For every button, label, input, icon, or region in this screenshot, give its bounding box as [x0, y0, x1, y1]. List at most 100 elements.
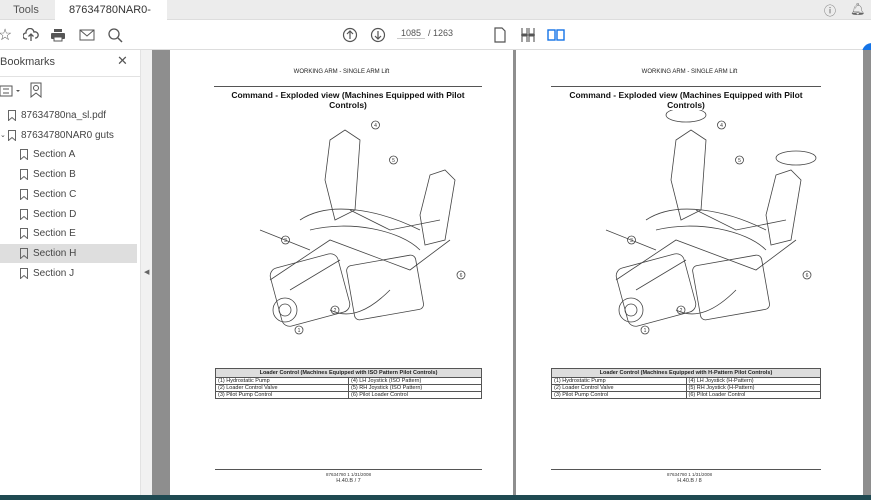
bookmark-icon [20, 247, 28, 259]
svg-text:5: 5 [392, 158, 395, 164]
table-row: (2) Loader Control Valve (5) RH Joystick … [215, 384, 482, 392]
svg-text:6: 6 [806, 273, 809, 279]
print-icon[interactable] [48, 25, 68, 45]
pdf-page-right: WORKING ARM - SINGLE ARM Lift Command - … [516, 50, 863, 495]
total-pages: / 1263 [428, 28, 454, 38]
footer-divider [215, 469, 482, 470]
table-cell: (2) Loader Control Valve [215, 384, 349, 392]
table-cell: (1) Hydrostatic Pump [551, 377, 687, 385]
email-icon[interactable] [77, 25, 97, 45]
bookmark-item[interactable]: ⌄ 87634780NAR0 guts [0, 126, 137, 145]
bookmark-icon [20, 188, 28, 200]
table-cell: (3) Pilot Pump Control [551, 391, 687, 399]
star-icon[interactable]: ☆ [0, 25, 15, 45]
bookmark-icon [20, 149, 28, 161]
bell-icon[interactable]: 🔔︎ [850, 2, 865, 16]
bookmark-icon [20, 208, 28, 220]
footer-code: 87634780 1 1/31/2008 [325, 472, 372, 477]
table-cell: (1) Hydrostatic Pump [215, 377, 349, 385]
table-row: (3) Pilot Pump Control (6) Pilot Loader C… [551, 391, 821, 399]
svg-text:2: 2 [334, 308, 337, 314]
taskbar-strip [0, 495, 871, 500]
table-row: (3) Pilot Pump Control (6) Pilot Loader C… [215, 391, 482, 399]
bookmark-label: 87634780na_sl.pdf [21, 110, 107, 121]
table-cell: (6) Pilot Loader Control [685, 391, 821, 399]
bookmarks-title: Bookmarks [0, 56, 56, 68]
bookmark-label: Section A [33, 149, 76, 161]
scrolling-mode-icon[interactable] [518, 25, 538, 45]
table-row: (1) Hydrostatic Pump (4) LH Joystick (ISO… [215, 377, 482, 385]
table-cell: (4) LH Joystick (H-Pattern) [685, 377, 821, 385]
svg-text:5: 5 [738, 158, 741, 164]
bookmark-label: Section D [33, 208, 77, 220]
footer-divider [551, 469, 821, 470]
panel-splitter[interactable]: ◀ [140, 50, 152, 500]
tab-document[interactable]: 87634780NAR0-Lin...× [55, 0, 167, 36]
bookmark-icon [20, 169, 28, 181]
close-panel-icon[interactable]: ✕ [117, 53, 128, 69]
zoom-search-icon[interactable] [105, 25, 125, 45]
bookmark-item[interactable]: Section B [0, 165, 137, 184]
page-title: Command - Exploded view (Machines Equipp… [551, 86, 821, 110]
page-number-input[interactable]: 1085 [397, 28, 425, 39]
svg-text:1: 1 [644, 328, 647, 334]
table-cell: (3) Pilot Pump Control [215, 391, 349, 399]
table-title: Loader Control (Machines Equipped with H… [551, 368, 821, 378]
page-title: Command - Exploded view (Machines Equipp… [214, 86, 482, 110]
bookmark-search-icon[interactable] [30, 82, 44, 98]
bookmark-item[interactable]: Section A [0, 145, 137, 164]
collapse-panel-icon[interactable]: ◀ [144, 268, 149, 276]
bookmark-icon [20, 228, 28, 240]
tab-tools[interactable]: Tools [0, 0, 52, 20]
bookmark-label: 87634780NAR0 guts [21, 129, 114, 141]
table-cell: (4) LH Joystick (ISO Pattern) [348, 377, 482, 385]
pdf-page-left: WORKING ARM - SINGLE ARM Lift Command - … [170, 50, 513, 495]
table-title: Loader Control (Machines Equipped with I… [215, 368, 482, 378]
bookmark-label: Section C [33, 188, 77, 200]
bookmark-item[interactable]: 87634780na_sl.pdf [0, 106, 137, 125]
svg-text:3: 3 [284, 238, 287, 244]
table-row: (2) Loader Control Valve (5) RH Joystick … [551, 384, 821, 392]
upload-cloud-icon[interactable] [21, 25, 41, 45]
page-header: WORKING ARM - SINGLE ARM Lift [293, 69, 390, 75]
svg-text:4: 4 [374, 123, 377, 129]
next-page-icon[interactable] [368, 25, 388, 45]
table-cell: (2) Loader Control Valve [551, 384, 687, 392]
bookmark-label: Section E [33, 228, 76, 240]
svg-text:1: 1 [298, 328, 301, 334]
bookmark-label: Section H [33, 247, 77, 259]
footer-code: 87634780 1 1/31/2008 [666, 472, 713, 477]
parts-table: Loader Control (Machines Equipped with I… [215, 368, 482, 399]
bookmark-icon [8, 129, 16, 141]
bookmarks-panel: Bookmarks ✕ 87634780na_sl.pdf ⌄ 87634780NA… [0, 50, 140, 500]
single-page-icon[interactable] [490, 25, 510, 45]
bookmark-icon [20, 267, 28, 279]
footer-page-number: H.40.B / 7 [336, 478, 361, 484]
previous-page-icon[interactable] [340, 25, 360, 45]
page-header: WORKING ARM - SINGLE ARM Lift [641, 69, 738, 75]
help-icon[interactable]: ⓘ [824, 2, 836, 19]
bookmark-item[interactable]: Section J [0, 264, 137, 283]
bookmark-label: Section J [33, 267, 75, 279]
bookmark-label: Section B [33, 169, 76, 181]
svg-text:6: 6 [460, 273, 463, 279]
table-cell: (5) RH Joystick (ISO Pattern) [348, 384, 482, 392]
chevron-down-icon[interactable]: ⌄ [0, 126, 6, 145]
bookmark-item[interactable]: Section H [0, 243, 137, 263]
table-cell: (6) Pilot Loader Control [348, 391, 482, 399]
options-menu-icon[interactable] [0, 85, 22, 97]
bookmark-item[interactable]: Section C [0, 185, 137, 204]
tab-bar: Tools 87634780NAR0-Lin...× ⓘ 🔔︎ [0, 0, 871, 36]
svg-text:2: 2 [680, 308, 683, 314]
table-row: (1) Hydrostatic Pump (4) LH Joystick (H-P… [551, 377, 821, 385]
svg-text:4: 4 [720, 123, 723, 129]
bookmark-icon [8, 110, 16, 121]
table-cell: (5) RH Joystick (H-Pattern) [685, 384, 821, 392]
bookmark-item[interactable]: Section E [0, 224, 137, 243]
two-page-view-icon[interactable] [546, 25, 566, 45]
bookmark-item[interactable]: Section D [0, 205, 137, 224]
toolbar: ☆ 1085 / 1263 [0, 20, 871, 67]
exploded-view-diagram: 4 5 3 6 2 1 [605, 110, 817, 335]
document-viewer[interactable]: WORKING ARM - SINGLE ARM Lift Command - … [152, 50, 871, 495]
parts-table: Loader Control (Machines Equipped with H… [551, 368, 821, 399]
